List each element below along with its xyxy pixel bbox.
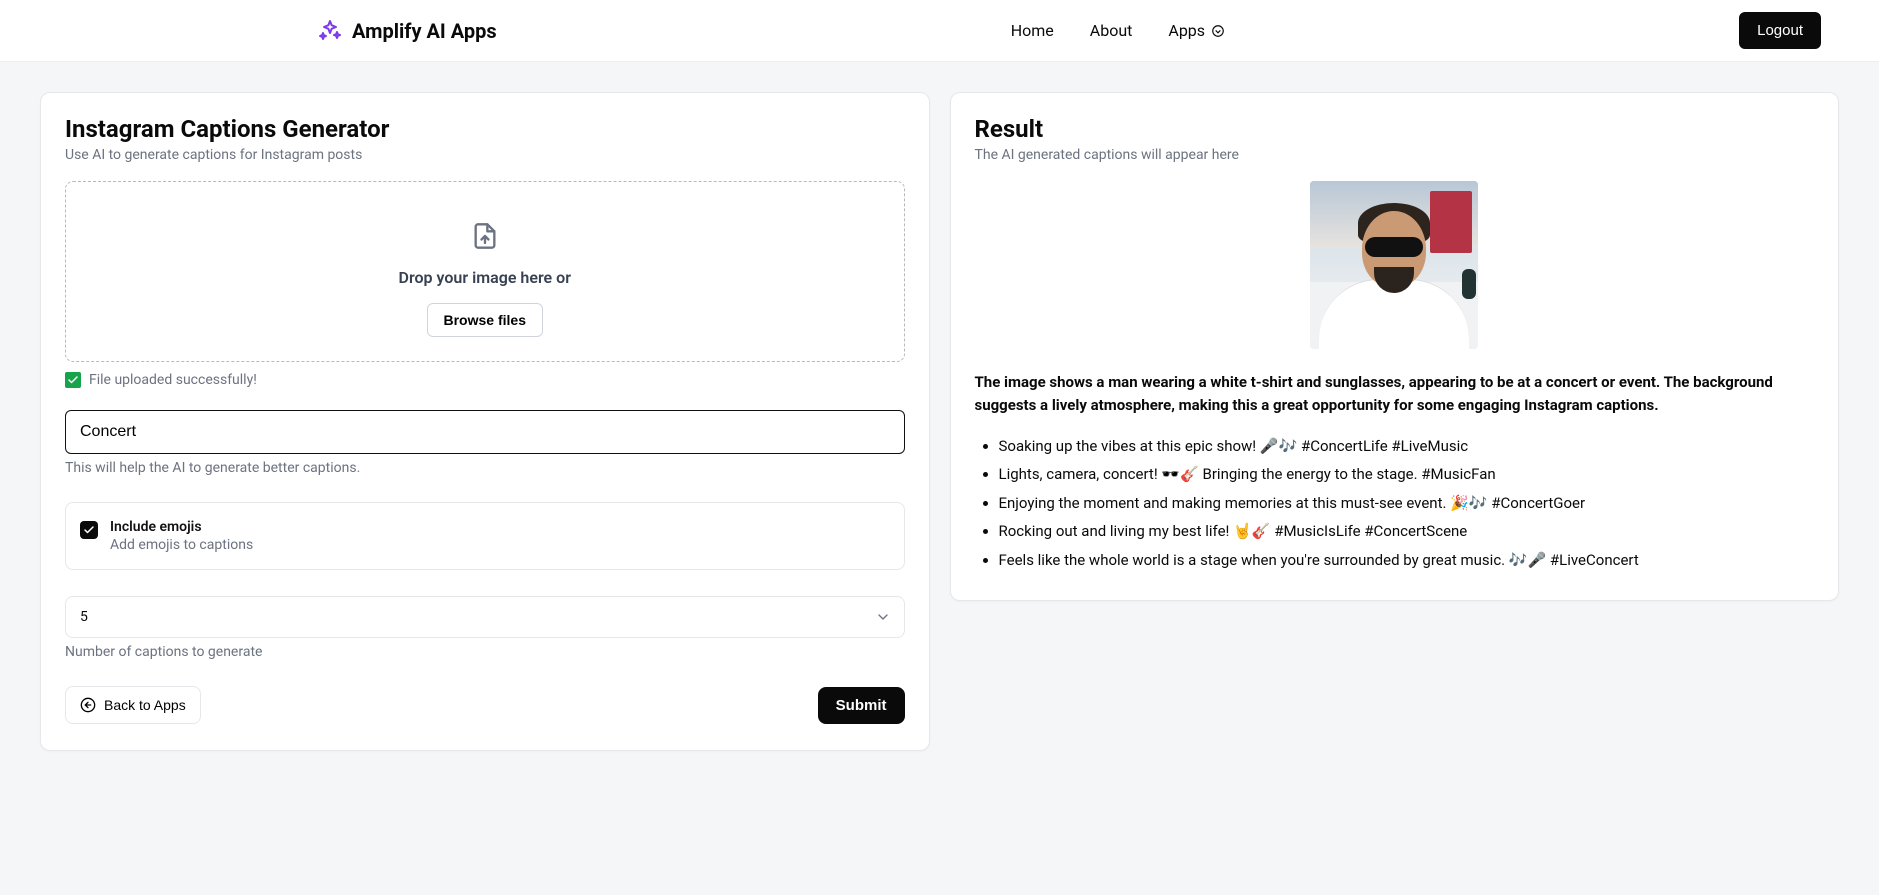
include-emojis-label: Include emojis <box>110 519 253 535</box>
check-icon <box>65 372 81 388</box>
generator-subtitle: Use AI to generate captions for Instagra… <box>65 147 905 163</box>
brand-block: Amplify AI Apps <box>318 19 497 43</box>
back-to-apps-label: Back to Apps <box>104 697 186 713</box>
result-description: The image shows a man wearing a white t-… <box>975 371 1815 418</box>
nav-apps[interactable]: Apps <box>1168 21 1225 40</box>
back-to-apps-button[interactable]: Back to Apps <box>65 686 201 724</box>
submit-button[interactable]: Submit <box>818 687 905 724</box>
caption-item: Enjoying the moment and making memories … <box>999 489 1815 518</box>
image-dropzone[interactable]: Drop your image here or Browse files <box>65 181 905 362</box>
primary-nav: Home About Apps <box>1011 21 1225 40</box>
browse-files-button[interactable]: Browse files <box>427 303 543 337</box>
upload-status: File uploaded successfully! <box>65 372 905 388</box>
caption-item: Feels like the whole world is a stage wh… <box>999 546 1815 575</box>
captions-list: Soaking up the vibes at this epic show! … <box>975 432 1815 575</box>
caption-item: Rocking out and living my best life! 🤘🎸 … <box>999 517 1815 546</box>
caption-item: Soaking up the vibes at this epic show! … <box>999 432 1815 461</box>
app-header: Amplify AI Apps Home About Apps Logout <box>0 0 1879 62</box>
uploaded-image-preview <box>1310 181 1478 349</box>
sparkles-icon <box>318 19 342 43</box>
nav-home[interactable]: Home <box>1011 21 1054 40</box>
dropzone-text: Drop your image here or <box>86 268 884 287</box>
generator-card: Instagram Captions Generator Use AI to g… <box>40 92 930 751</box>
upload-status-text: File uploaded successfully! <box>89 372 257 388</box>
caption-count-select-wrap: 5 <box>65 596 905 638</box>
logout-button[interactable]: Logout <box>1739 12 1821 49</box>
result-subtitle: The AI generated captions will appear he… <box>975 147 1815 163</box>
caption-item: Lights, camera, concert! 🕶️🎸 Bringing th… <box>999 460 1815 489</box>
arrow-left-icon <box>80 697 96 713</box>
brand-name: Amplify AI Apps <box>352 19 497 43</box>
generator-title: Instagram Captions Generator <box>65 115 905 143</box>
result-title: Result <box>975 115 1815 143</box>
page-body: Instagram Captions Generator Use AI to g… <box>0 62 1879 895</box>
form-actions: Back to Apps Submit <box>65 686 905 724</box>
include-emojis-sub: Add emojis to captions <box>110 537 253 553</box>
file-upload-icon <box>471 222 499 250</box>
chevron-down-icon <box>1211 24 1225 38</box>
context-help: This will help the AI to generate better… <box>65 460 905 476</box>
nav-about[interactable]: About <box>1090 21 1133 40</box>
nav-apps-label: Apps <box>1168 21 1205 40</box>
caption-count-select[interactable]: 5 <box>65 596 905 638</box>
result-card: Result The AI generated captions will ap… <box>950 92 1840 601</box>
include-emojis-option[interactable]: Include emojis Add emojis to captions <box>65 502 905 570</box>
context-input[interactable] <box>65 410 905 454</box>
caption-count-help: Number of captions to generate <box>65 644 905 660</box>
result-image-container <box>975 181 1815 353</box>
include-emojis-checkbox[interactable] <box>80 521 98 539</box>
